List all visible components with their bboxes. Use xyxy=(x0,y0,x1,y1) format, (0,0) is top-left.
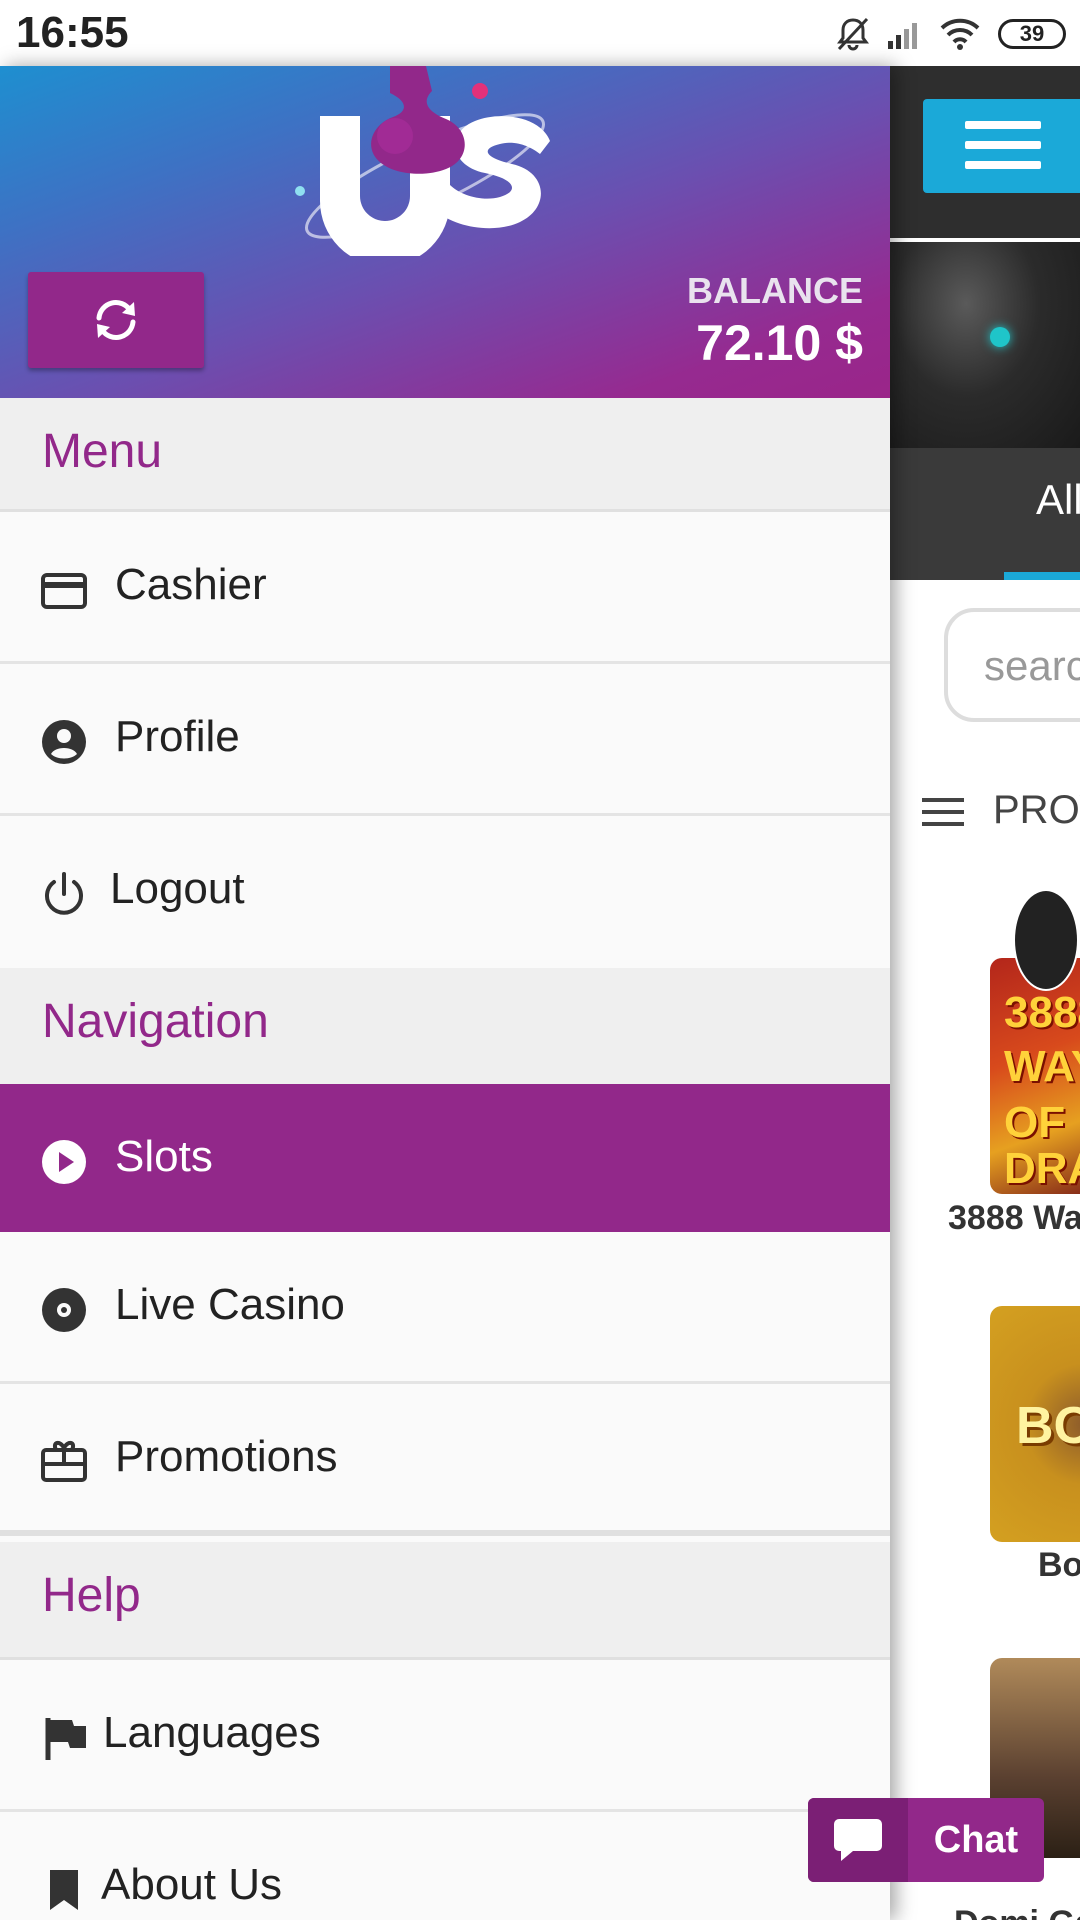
refresh-icon xyxy=(96,300,136,340)
power-icon xyxy=(45,872,83,915)
bell-off-icon xyxy=(837,17,869,51)
disc-icon xyxy=(42,1288,86,1332)
help-item-languages[interactable]: Languages xyxy=(0,1660,890,1812)
game-title[interactable]: Domi Ga xyxy=(954,1904,1080,1920)
tab-all[interactable]: All xyxy=(1036,476,1080,524)
section-title: Menu xyxy=(42,425,163,478)
casino-logo xyxy=(295,66,550,256)
menu-item-label: Cashier xyxy=(115,560,267,609)
game-art-text: BO xyxy=(1016,1397,1080,1455)
bookmark-icon xyxy=(50,1870,78,1910)
hamburger-menu-button[interactable] xyxy=(923,99,1080,193)
help-item-label: About Us xyxy=(101,1860,282,1909)
section-navigation: Navigation xyxy=(0,968,890,1084)
menu-item-label: Profile xyxy=(115,712,240,761)
providers-label[interactable]: PROV xyxy=(993,788,1080,833)
section-title: Help xyxy=(42,1569,141,1622)
top-bar xyxy=(890,66,1080,238)
drawer-header: BALANCE 72.10 $ xyxy=(0,66,890,398)
providers-menu-icon[interactable] xyxy=(922,796,966,828)
menu-item-logout[interactable]: Logout xyxy=(0,816,890,968)
help-item-about-us[interactable]: About Us xyxy=(0,1812,890,1920)
game-title[interactable]: 3888 Wa xyxy=(948,1199,1080,1238)
chat-bubble-icon xyxy=(808,1798,908,1882)
signal-icon xyxy=(888,23,917,49)
balance-value: 72.10 $ xyxy=(696,315,863,371)
wifi-icon xyxy=(940,18,980,50)
section-title: Navigation xyxy=(42,995,269,1048)
main-content: All searc PROV 3888WAYSOFDRAGON 3888 Wa … xyxy=(890,66,1080,1920)
status-time: 16:55 xyxy=(16,8,129,57)
game-thumbnail[interactable]: 3888WAYSOFDRAGON xyxy=(990,958,1080,1194)
menu-item-cashier[interactable]: Cashier xyxy=(0,512,890,664)
chat-label: Chat xyxy=(933,1818,1019,1861)
banner-glow-dot xyxy=(990,327,1010,347)
nav-item-label: Live Casino xyxy=(115,1280,345,1329)
menu-item-profile[interactable]: Profile xyxy=(0,664,890,816)
search-placeholder: searc xyxy=(984,642,1080,689)
category-tabs: All xyxy=(890,448,1080,580)
game-thumbnail[interactable]: BO xyxy=(990,1306,1080,1542)
nav-item-label: Promotions xyxy=(115,1432,338,1481)
status-icons: 39 xyxy=(836,12,1066,56)
game-badge xyxy=(1013,889,1079,991)
flag-icon xyxy=(45,1718,86,1760)
menu-item-label: Logout xyxy=(110,864,245,913)
section-menu: Menu xyxy=(0,398,890,512)
refresh-balance-button[interactable] xyxy=(28,272,204,368)
nav-item-slots[interactable]: Slots xyxy=(0,1084,890,1232)
battery-indicator: 39 xyxy=(998,19,1066,49)
nav-item-label: Slots xyxy=(115,1132,213,1181)
nav-item-promotions[interactable]: Promotions xyxy=(0,1384,890,1536)
status-bar: 16:55 39 xyxy=(0,0,1080,66)
section-help: Help xyxy=(0,1542,890,1660)
side-drawer: BALANCE 72.10 $ Menu Cashier Profile Log… xyxy=(0,66,890,1920)
balance-label: BALANCE xyxy=(687,270,863,311)
nav-item-live-casino[interactable]: Live Casino xyxy=(0,1232,890,1384)
hero-banner[interactable] xyxy=(890,242,1080,448)
game-title[interactable]: Bo xyxy=(1038,1546,1080,1585)
chat-button[interactable]: Chat xyxy=(808,1798,1044,1882)
help-item-label: Languages xyxy=(103,1708,321,1757)
gift-card-icon xyxy=(41,1441,87,1482)
search-input[interactable]: searc xyxy=(944,608,1080,722)
credit-card-icon xyxy=(41,573,87,609)
account-circle-icon xyxy=(42,720,86,764)
tab-active-indicator xyxy=(1004,572,1080,580)
play-circle-icon xyxy=(42,1140,86,1184)
